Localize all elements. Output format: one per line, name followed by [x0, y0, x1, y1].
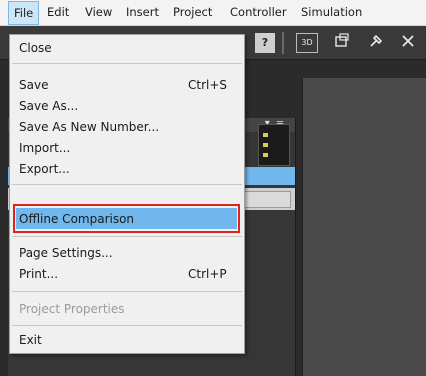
menu-item-page-settings[interactable]: Page Settings... [10, 243, 244, 263]
menu-separator [12, 63, 242, 64]
menu-item-print[interactable]: Print... Ctrl+P [10, 264, 244, 284]
menu-item-shortcut: Ctrl+S [188, 78, 228, 92]
device-led [263, 153, 268, 157]
menu-item-label: Export... [19, 162, 70, 176]
menu-item-label: Project Properties [19, 302, 125, 316]
menu-item-label: Page Settings... [19, 246, 113, 260]
annotation-highlight-box [13, 204, 240, 233]
menu-bar: File Edit View Insert Project Controller… [0, 0, 426, 26]
editor-panel [302, 78, 426, 376]
menu-item-save-as[interactable]: Save As... [10, 96, 244, 116]
file-menu-dropdown: Close Save Ctrl+S Save As... Save As New… [9, 34, 245, 354]
menu-item-label: Save [19, 78, 49, 92]
menu-item-label: Close [19, 41, 52, 55]
menu-item-save[interactable]: Save Ctrl+S [10, 75, 244, 95]
toolbar-separator [282, 32, 284, 54]
menu-item-exit[interactable]: Exit [10, 330, 244, 350]
menu-insert[interactable]: Insert [121, 0, 164, 25]
menu-simulation[interactable]: Simulation [296, 0, 367, 25]
tools-icon[interactable] [398, 33, 418, 53]
menu-item-label: Save As New Number... [19, 120, 160, 134]
controller-device-icon [258, 124, 290, 166]
menu-item-close[interactable]: Close [10, 38, 244, 58]
menu-project[interactable]: Project [168, 0, 217, 25]
menu-separator [12, 291, 242, 292]
device-led [263, 143, 268, 147]
menu-item-label: Print... [19, 267, 59, 281]
menu-file[interactable]: File [8, 1, 40, 25]
menu-item-import[interactable]: Import... [10, 138, 244, 158]
menu-item-save-as-new-number[interactable]: Save As New Number... [10, 117, 244, 137]
menu-item-label: Import... [19, 141, 71, 155]
device-led [263, 133, 268, 137]
3d-view-icon[interactable]: 3D [296, 33, 318, 53]
menu-item-project-properties: Project Properties [10, 299, 244, 319]
menu-controller[interactable]: Controller [225, 0, 292, 25]
menu-item-export[interactable]: Export... [10, 159, 244, 179]
menu-separator [12, 184, 242, 185]
menu-edit[interactable]: Edit [42, 0, 74, 25]
menu-view[interactable]: View [80, 0, 117, 25]
window-icon[interactable] [332, 33, 352, 53]
menu-separator [12, 236, 242, 237]
help-icon[interactable]: ? [255, 33, 275, 53]
menu-item-label: Exit [19, 333, 42, 347]
menu-item-label: Save As... [19, 99, 79, 113]
menu-item-shortcut: Ctrl+P [188, 267, 227, 281]
build-icon[interactable] [366, 33, 386, 53]
app-window: File Edit View Insert Project Controller… [0, 0, 426, 376]
menu-separator [12, 325, 242, 326]
